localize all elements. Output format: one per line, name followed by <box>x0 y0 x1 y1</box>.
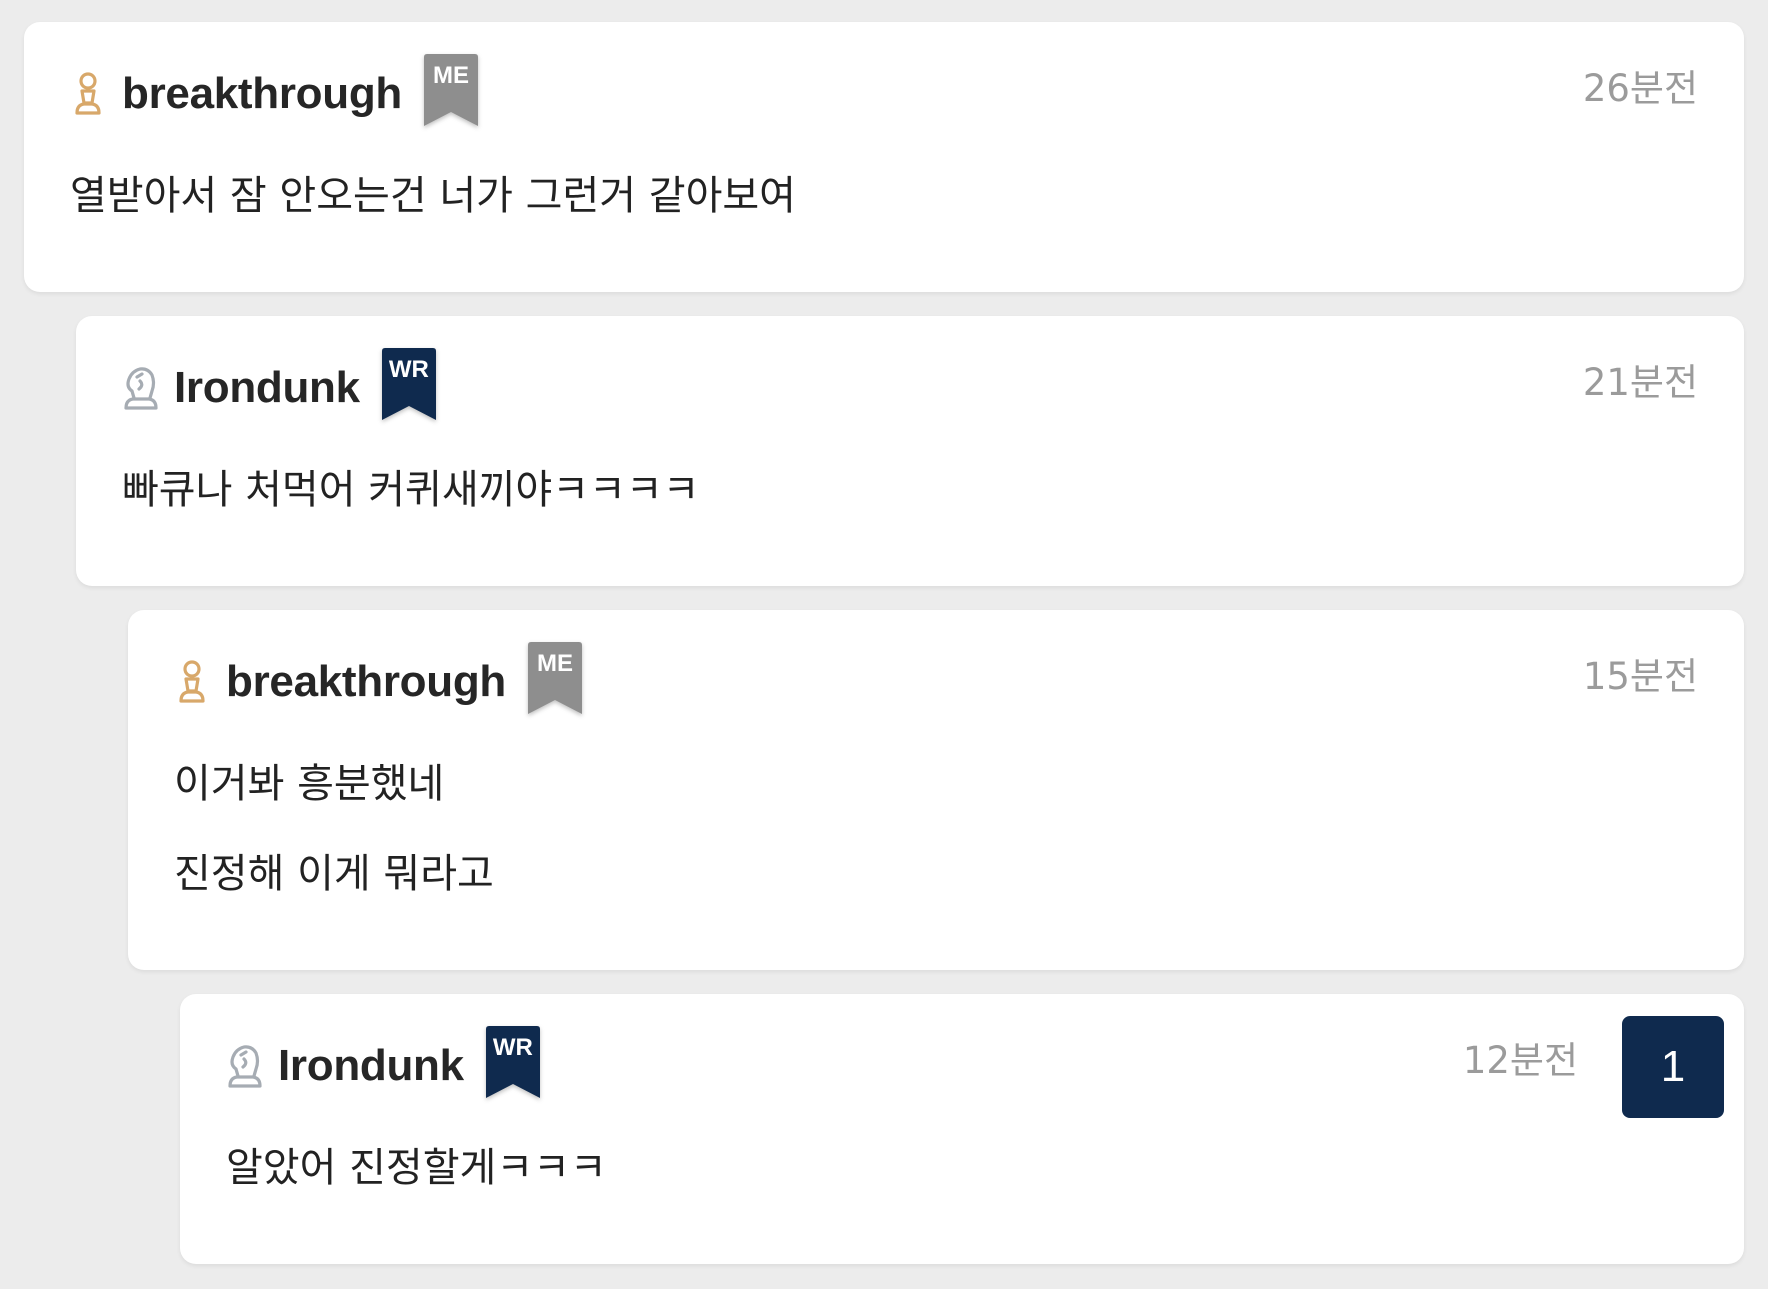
wr-badge: WR <box>485 1026 540 1100</box>
badge-label: WR <box>388 356 429 383</box>
comment-card: Irondunk WR 21분전 빠큐나 처먹어 커퀴새끼야ㅋㅋㅋㅋ <box>76 316 1744 586</box>
wr-badge: WR <box>381 348 436 422</box>
comment-username[interactable]: breakthrough <box>122 72 402 116</box>
comment-header: Irondunk WR <box>122 348 436 426</box>
comment-timestamp: 21분전 <box>1582 361 1698 404</box>
badge-label: ME <box>432 62 469 89</box>
comment-text: 빠큐나 처먹어 커퀴새끼야ㅋㅋㅋㅋ <box>122 467 700 513</box>
comment-text: 열받아서 잠 안오는건 너가 그런거 같아보여 <box>70 173 796 219</box>
reply-count-button[interactable]: 1 <box>1622 1016 1724 1118</box>
badge-label: ME <box>536 650 573 677</box>
me-badge: ME <box>423 54 478 128</box>
comment-timestamp: 15분전 <box>1582 655 1698 698</box>
me-badge: ME <box>527 642 582 716</box>
comment-header: Irondunk WR <box>226 1026 540 1104</box>
comment-card: breakthrough ME 26분전 열받아서 잠 안오는건 너가 그런거 … <box>24 22 1744 292</box>
comment-username[interactable]: breakthrough <box>226 660 506 704</box>
comment-card: Irondunk WR 12분전 1 알았어 진정할게ㅋㅋㅋ <box>180 994 1744 1264</box>
pawn-gold-icon <box>70 70 106 118</box>
comment-text: 알았어 진정할게ㅋㅋㅋ <box>226 1145 607 1191</box>
comment-header: breakthrough ME <box>70 54 478 132</box>
comment-username[interactable]: Irondunk <box>174 366 360 410</box>
comment-header: breakthrough ME <box>174 642 582 720</box>
comment-timestamp: 12분전 <box>1462 1039 1578 1082</box>
pawn-gold-icon <box>174 658 210 706</box>
knight-silver-icon <box>226 1042 262 1090</box>
badge-label: WR <box>492 1034 533 1061</box>
knight-silver-icon <box>122 364 158 412</box>
comment-card: breakthrough ME 15분전 이거봐 흥분했네 진정해 이게 뭐라고 <box>128 610 1744 970</box>
comment-username[interactable]: Irondunk <box>278 1044 464 1088</box>
comment-timestamp: 26분전 <box>1582 67 1698 110</box>
comment-text: 진정해 이게 뭐라고 <box>174 851 494 897</box>
comment-text: 이거봐 흥분했네 <box>174 761 445 807</box>
